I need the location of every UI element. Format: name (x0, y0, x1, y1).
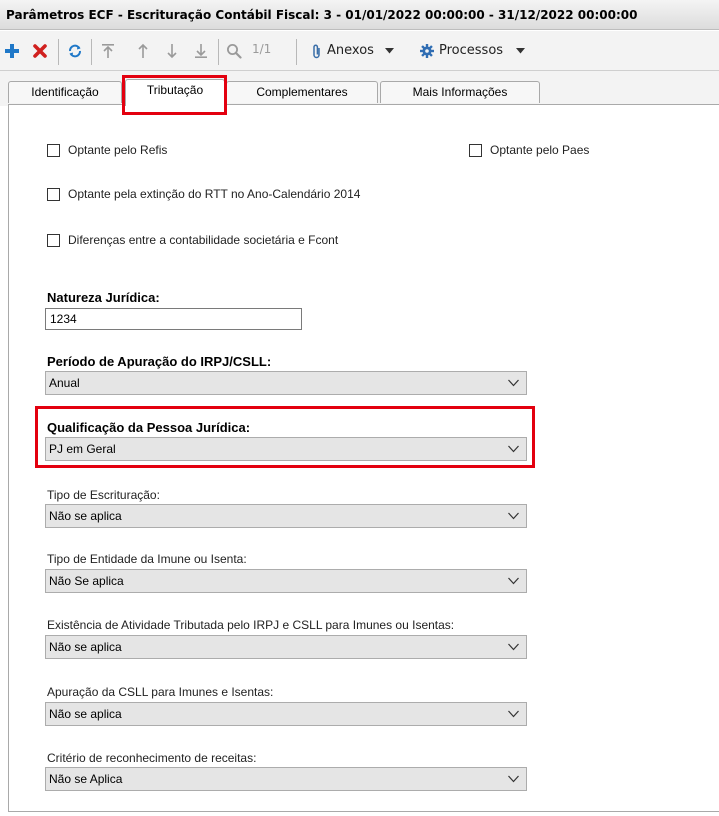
tab-strip: Identificação Tributação Complementares … (0, 71, 719, 106)
last-record-icon[interactable] (191, 39, 211, 63)
checkbox-box[interactable] (469, 143, 482, 157)
natureza-input[interactable]: 1234 (45, 308, 302, 330)
chevron-down-icon (508, 775, 519, 783)
first-record-icon[interactable] (98, 39, 118, 63)
toolbar-separator (218, 39, 219, 65)
checkbox-box[interactable] (47, 143, 60, 157)
caret-down-icon (516, 48, 526, 54)
checkbox-paes-label: Optante pelo Paes (490, 143, 590, 157)
checkbox-fcont[interactable]: Diferenças entre a contabilidade societá… (47, 233, 338, 247)
checkbox-refis-label: Optante pelo Refis (68, 143, 168, 157)
criterio-label: Critério de reconhecimento de receitas: (47, 751, 257, 765)
previous-record-icon[interactable] (133, 39, 153, 63)
chevron-down-icon (508, 379, 519, 387)
criterio-value: Não se Aplica (49, 772, 123, 786)
paperclip-icon (313, 44, 320, 58)
chevron-down-icon (508, 512, 519, 520)
apuracao-csll-value: Não se aplica (49, 707, 122, 721)
checkbox-rtt-label: Optante pela extinção do RTT no Ano-Cale… (68, 187, 361, 201)
checkbox-refis[interactable]: Optante pelo Refis (47, 143, 167, 157)
next-record-icon[interactable] (162, 39, 182, 63)
refresh-icon[interactable] (64, 39, 86, 63)
anexos-menu[interactable]: Anexos (312, 40, 394, 62)
existencia-select[interactable]: Não se aplica (45, 635, 527, 659)
natureza-label: Natureza Jurídica: (47, 290, 160, 305)
apuracao-csll-select[interactable]: Não se aplica (45, 702, 527, 726)
delete-icon[interactable] (30, 39, 50, 63)
tab-mais-informacoes[interactable]: Mais Informações (380, 81, 540, 103)
tipo-escrituracao-select[interactable]: Não se aplica (45, 504, 527, 528)
checkbox-rtt[interactable]: Optante pela extinção do RTT no Ano-Cale… (47, 187, 360, 201)
checkbox-box[interactable] (47, 233, 60, 247)
anexos-label: Anexos (327, 43, 374, 58)
tab-complementares[interactable]: Complementares (226, 81, 378, 103)
periodo-label: Período de Apuração do IRPJ/CSLL: (47, 354, 272, 369)
add-icon[interactable] (2, 39, 22, 63)
periodo-value: Anual (49, 376, 80, 390)
chevron-down-icon (508, 577, 519, 585)
existencia-value: Não se aplica (49, 640, 122, 654)
tipo-entidade-select[interactable]: Não Se aplica (45, 569, 527, 593)
periodo-select[interactable]: Anual (45, 371, 527, 395)
checkbox-paes[interactable]: Optante pelo Paes (469, 143, 589, 157)
tab-identificacao[interactable]: Identificação (8, 81, 122, 103)
processos-menu[interactable]: Processos (420, 40, 526, 62)
caret-down-icon (384, 48, 394, 54)
toolbar-separator (91, 39, 92, 65)
tipo-escrituracao-value: Não se aplica (49, 509, 122, 523)
existencia-label: Existência de Atividade Tributada pelo I… (47, 618, 455, 632)
search-icon[interactable] (224, 39, 244, 63)
apuracao-csll-label: Apuração da CSLL para Imunes e Isentas: (47, 685, 274, 699)
chevron-down-icon (508, 710, 519, 718)
qualificacao-highlight-box (35, 406, 535, 468)
processos-label: Processos (439, 43, 504, 58)
criterio-select[interactable]: Não se Aplica (45, 767, 527, 791)
checkbox-fcont-label: Diferenças entre a contabilidade societá… (68, 233, 339, 247)
toolbar-separator (296, 39, 297, 65)
chevron-down-icon (508, 643, 519, 651)
toolbar-separator (58, 39, 59, 65)
tipo-entidade-label: Tipo de Entidade da Imune ou Isenta: (47, 552, 247, 566)
page-count: 1/1 (252, 42, 272, 56)
toolbar: 1/1 Anexos Processos (0, 31, 719, 71)
tab-highlight-box (122, 75, 227, 115)
window-title: Parâmetros ECF - Escrituração Contábil F… (0, 0, 719, 30)
tipo-escrituracao-label: Tipo de Escrituração: (47, 488, 160, 502)
tipo-entidade-value: Não Se aplica (49, 574, 124, 588)
checkbox-box[interactable] (47, 187, 60, 201)
gear-icon (420, 44, 434, 58)
